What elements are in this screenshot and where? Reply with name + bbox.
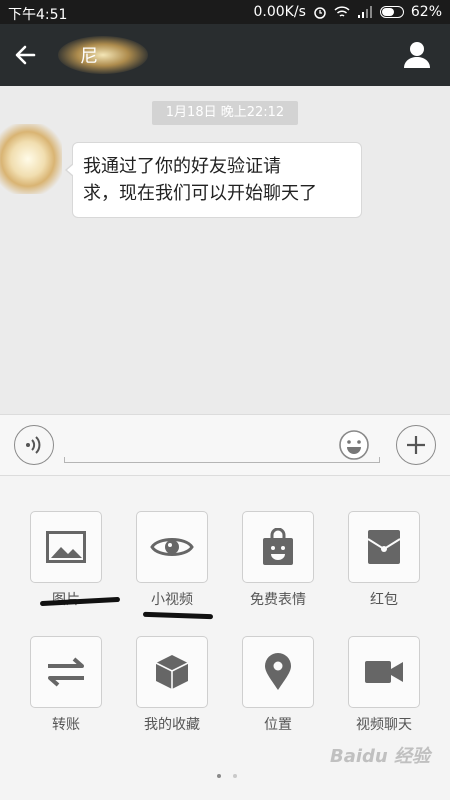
- wifi-icon: [334, 5, 350, 17]
- emoji-button[interactable]: [334, 425, 374, 465]
- panel-item-red-packet[interactable]: [348, 511, 420, 583]
- panel-item-location[interactable]: [242, 636, 314, 708]
- panel-label-favorites: 我的收藏: [144, 717, 200, 733]
- panel-label-video-chat: 视频聊天: [356, 717, 412, 733]
- status-bar: 下午4:51 0.00K/s 62%: [0, 0, 450, 24]
- message-text-line2: 求，现在我们可以开始聊天了: [83, 183, 317, 204]
- panel-label-location: 位置: [264, 717, 292, 733]
- video-camera-icon: [365, 661, 403, 683]
- sticker-bag-icon: [263, 528, 293, 565]
- message-input[interactable]: [64, 437, 380, 463]
- battery-percent: 62%: [410, 4, 442, 20]
- favorites-cube-icon: [155, 655, 189, 689]
- panel-item-short-video[interactable]: [136, 511, 208, 583]
- panel-label-transfer: 转账: [52, 717, 80, 733]
- message-timestamp: 1月18日 晚上22:12: [152, 101, 298, 125]
- status-icons: 0.00K/s 62%: [254, 4, 443, 20]
- chat-info-button[interactable]: [402, 40, 432, 70]
- name-redaction: [58, 36, 148, 74]
- image-icon: [46, 531, 86, 563]
- panel-item-favorites[interactable]: [136, 636, 208, 708]
- transfer-icon: [48, 657, 84, 687]
- baidu-watermark: Baidu 经验: [330, 746, 431, 767]
- panel-label-short-video: 小视频: [151, 592, 193, 608]
- location-pin-icon: [265, 653, 291, 690]
- avatar[interactable]: [0, 124, 62, 194]
- input-bar: [0, 414, 450, 476]
- person-icon: [404, 42, 430, 68]
- eye-icon: [150, 538, 194, 556]
- message-text-line1: 我通过了你的好友验证请: [83, 156, 281, 177]
- voice-button[interactable]: [14, 425, 54, 465]
- panel-item-video-chat[interactable]: [348, 636, 420, 708]
- message-bubble[interactable]: 我通过了你的好友验证请 求，现在我们可以开始聊天了: [65, 142, 362, 218]
- page-dot: [233, 774, 237, 778]
- chat-area[interactable]: 1月18日 晚上22:12 我通过了你的好友验证请 求，现在我们可以开始聊天了: [0, 86, 450, 414]
- signal-icon: [357, 5, 372, 18]
- more-button[interactable]: [396, 425, 436, 465]
- alarm-icon: [314, 7, 326, 19]
- scribble-mark: [142, 611, 214, 620]
- title-bar: 尼: [0, 24, 450, 86]
- battery-icon: [379, 6, 404, 18]
- page-dot-active: [217, 774, 221, 778]
- panel-label-red-packet: 红包: [370, 592, 398, 608]
- back-arrow-icon: [15, 45, 36, 65]
- panel-item-transfer[interactable]: [30, 636, 102, 708]
- network-speed: 0.00K/s: [253, 4, 306, 20]
- emoji-icon: [339, 430, 369, 460]
- status-time: 下午4:51: [8, 7, 68, 23]
- contact-name: 尼: [80, 46, 98, 67]
- red-packet-icon: [367, 530, 401, 564]
- back-button[interactable]: [12, 40, 46, 70]
- panel-item-free-stickers[interactable]: [242, 511, 314, 583]
- plus-icon: [407, 436, 425, 454]
- page-indicator: [217, 774, 237, 778]
- panel-item-image[interactable]: [30, 511, 102, 583]
- panel-label-free-stickers: 免费表情: [250, 592, 306, 608]
- voice-icon: [26, 436, 41, 454]
